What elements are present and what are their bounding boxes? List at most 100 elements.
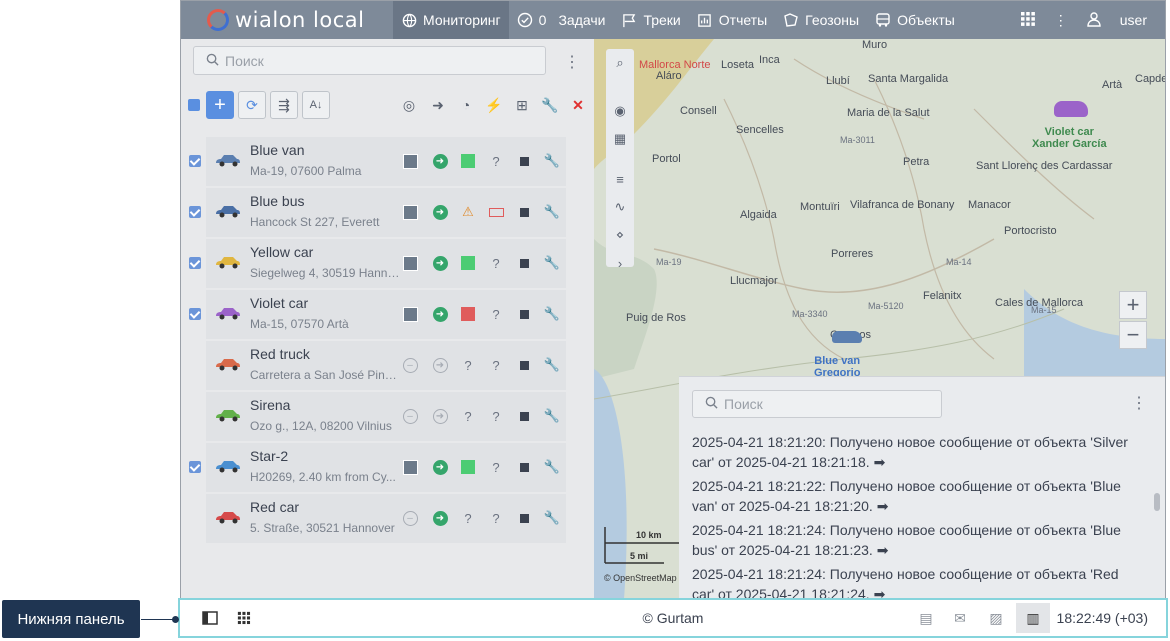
unit-row[interactable]: Red car 5. Straße, 30521 Hannover – ➜?? 🔧 [206, 494, 566, 543]
motion-state-icon[interactable]: ➜ [430, 406, 450, 426]
flag-icon[interactable] [514, 304, 534, 324]
unknown-state-icon[interactable]: ? [486, 253, 506, 273]
unit-row[interactable]: Star-2 H20269, 2.40 km from Cy... ➜? 🔧 [189, 443, 566, 492]
map-layers-icon[interactable]: ▦ [610, 129, 630, 149]
motion-column-icon[interactable]: ➜ [428, 95, 448, 115]
ruler-icon[interactable]: ≡ [610, 169, 630, 189]
unit-row[interactable]: Blue van Ma-19, 07600 Palma ➜? 🔧 [189, 137, 566, 186]
refresh-icon[interactable]: ⟳ [238, 91, 266, 119]
flag-icon[interactable] [514, 151, 534, 171]
events-scrollbar[interactable] [1154, 493, 1160, 511]
power-column-icon[interactable]: ⚡ [484, 95, 504, 115]
flag-icon[interactable] [514, 457, 534, 477]
motion-state-icon[interactable]: ➜ [430, 355, 450, 375]
map-search-icon[interactable]: ⌕ [610, 53, 630, 73]
event-message[interactable]: 2025-04-21 18:21:22: Получено новое сооб… [692, 476, 1142, 516]
unknown-state-icon[interactable]: ? [486, 151, 506, 171]
no-driver-icon[interactable]: – [400, 355, 420, 375]
expand-tools-icon[interactable]: › [610, 253, 630, 273]
group-icon[interactable]: ⇶ [270, 91, 298, 119]
delete-icon[interactable]: ✕ [568, 95, 588, 115]
select-all-checkbox[interactable] [188, 99, 200, 111]
violet-car-marker[interactable] [1054, 101, 1088, 117]
driver-photo-icon[interactable] [400, 253, 420, 273]
warning-icon[interactable]: ⚠ [458, 202, 478, 222]
wrench-icon[interactable]: 🔧 [542, 355, 562, 375]
flag-icon[interactable] [514, 253, 534, 273]
routing-points-icon[interactable]: ⋄ [610, 225, 630, 245]
wrench-icon[interactable]: 🔧 [542, 253, 562, 273]
motion-state-icon[interactable]: ➜ [430, 304, 450, 324]
unit-checkbox[interactable] [189, 155, 201, 167]
event-message[interactable]: 2025-04-21 18:21:24: Получено новое сооб… [692, 564, 1142, 598]
flag-icon[interactable] [514, 202, 534, 222]
green-square-icon[interactable] [458, 253, 478, 273]
unit-row[interactable]: Red truck Carretera a San José Pinula – ➜??… [206, 341, 566, 390]
wrench-icon[interactable]: 🔧 [542, 457, 562, 477]
unit-row[interactable]: Violet car Ma-15, 07570 Artà ➜? 🔧 [189, 290, 566, 339]
unit-search-input[interactable]: Поиск [193, 46, 546, 75]
unknown-state-icon[interactable]: ? [486, 508, 506, 528]
driver-column-icon[interactable]: ◎ [399, 95, 419, 115]
unknown-state-icon[interactable]: ? [486, 304, 506, 324]
wrench-icon[interactable]: 🔧 [542, 304, 562, 324]
nav-geofences[interactable]: Геозоны [775, 1, 867, 39]
battery-icon[interactable] [486, 202, 506, 222]
green-square-icon[interactable] [458, 151, 478, 171]
events-search-input[interactable]: Поиск [692, 390, 942, 418]
map-attribution[interactable]: © OpenStreetMap [604, 573, 677, 583]
driver-photo-icon[interactable] [400, 151, 420, 171]
visibility-eye-icon[interactable]: ◉ [610, 101, 630, 121]
add-command-icon[interactable]: ⊞ [512, 95, 532, 115]
unknown-state-icon[interactable]: ? [458, 355, 478, 375]
nav-tasks[interactable]: 0 Задачи [509, 1, 614, 39]
unit-row[interactable]: Yellow car Siegelweg 4, 30519 Hannover ➜? 🔧 [189, 239, 566, 288]
nav-monitoring[interactable]: Мониторинг [393, 1, 509, 39]
event-message[interactable]: 2025-04-21 18:21:20: Получено новое сооб… [692, 432, 1142, 472]
unit-checkbox[interactable] [189, 206, 201, 218]
green-square-icon[interactable] [458, 457, 478, 477]
flag-icon[interactable] [514, 355, 534, 375]
no-driver-icon[interactable]: – [400, 406, 420, 426]
event-message[interactable]: 2025-04-21 18:21:24: Получено новое сооб… [692, 520, 1142, 560]
motion-state-icon[interactable]: ➜ [430, 457, 450, 477]
zoom-out-button[interactable]: − [1119, 321, 1147, 349]
user-icon[interactable] [1086, 11, 1102, 30]
events-menu-icon[interactable]: ⋮ [1131, 393, 1147, 413]
driver-photo-icon[interactable] [400, 202, 420, 222]
unit-row[interactable]: Blue bus Hancock St 227, Everett ➜ ⚠ 🔧 [189, 188, 566, 237]
speedometer-icon[interactable]: ◔ [456, 95, 476, 115]
red-square-icon[interactable] [458, 304, 478, 324]
unknown-state-icon[interactable]: ? [458, 508, 478, 528]
motion-state-icon[interactable]: ➜ [430, 202, 450, 222]
user-name[interactable]: user [1120, 12, 1147, 28]
zoom-in-button[interactable]: + [1119, 291, 1147, 319]
unit-checkbox[interactable] [189, 257, 201, 269]
motion-state-icon[interactable]: ➜ [430, 151, 450, 171]
nav-units[interactable]: Объекты [867, 1, 963, 39]
wrench-icon[interactable]: 🔧 [542, 151, 562, 171]
card-icon[interactable]: ▤ [916, 609, 936, 627]
apps-grid-icon[interactable] [1020, 11, 1036, 30]
flag-icon[interactable] [514, 406, 534, 426]
unit-checkbox[interactable] [189, 308, 201, 320]
mail-send-icon[interactable]: ✉ [950, 609, 970, 627]
add-units-button[interactable]: + [206, 91, 234, 119]
wrench-icon[interactable]: 🔧 [542, 406, 562, 426]
nav-reports[interactable]: Отчеты [689, 1, 775, 39]
motion-state-icon[interactable]: ➜ [430, 253, 450, 273]
driver-photo-icon[interactable] [400, 457, 420, 477]
no-driver-icon[interactable]: – [400, 508, 420, 528]
unknown-state-icon[interactable]: ? [486, 355, 506, 375]
blue-van-marker[interactable] [832, 331, 862, 343]
route-icon[interactable]: ∿ [610, 197, 630, 217]
unit-row[interactable]: Sirena Ozo g., 12A, 08200 Vilnius – ➜?? 🔧 [206, 392, 566, 441]
tools-column-icon[interactable]: 🔧 [540, 95, 560, 115]
unknown-state-icon[interactable]: ? [458, 406, 478, 426]
image-icon[interactable]: ▨ [986, 609, 1006, 627]
flag-icon[interactable] [514, 508, 534, 528]
unit-checkbox[interactable] [189, 461, 201, 473]
driver-photo-icon[interactable] [400, 304, 420, 324]
unknown-state-icon[interactable]: ? [486, 406, 506, 426]
nav-tracks[interactable]: Треки [613, 1, 688, 39]
